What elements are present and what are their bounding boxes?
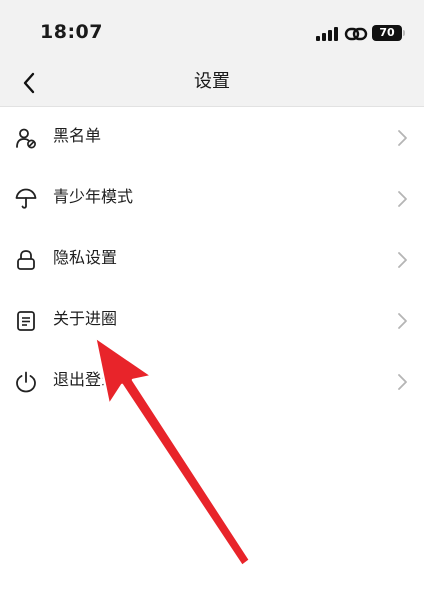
chevron-right-icon (398, 191, 407, 207)
settings-menu: 黑名单 青少年模式 隐私设置 关于进圈 退出登录 (0, 107, 424, 412)
menu-item-label: 黑名单 (53, 126, 102, 145)
battery-nub (403, 30, 405, 36)
lock-icon (17, 250, 35, 270)
menu-item-teen-mode[interactable]: 青少年模式 (0, 168, 424, 229)
menu-item-label: 隐私设置 (53, 248, 118, 267)
menu-item-label: 青少年模式 (53, 187, 134, 206)
menu-item-label: 退出登录 (53, 370, 118, 389)
page-title: 设置 (194, 71, 230, 92)
menu-item-label: 关于进圈 (53, 309, 118, 328)
power-icon (16, 371, 36, 393)
menu-item-logout[interactable]: 退出登录 (0, 351, 424, 412)
document-icon (17, 311, 35, 331)
menu-item-privacy[interactable]: 隐私设置 (0, 229, 424, 290)
battery-icon: 70 (372, 25, 402, 41)
chevron-right-icon (398, 252, 407, 268)
chevron-right-icon (398, 130, 407, 146)
status-bar: 18:07 70 (0, 0, 424, 60)
menu-item-blacklist[interactable]: 黑名单 (0, 107, 424, 168)
nav-bar: 设置 (0, 60, 424, 107)
signal-icon (316, 27, 338, 41)
blocked-user-icon (16, 128, 36, 149)
status-time: 18:07 (40, 21, 103, 43)
chevron-right-icon (398, 374, 407, 390)
chevron-right-icon (398, 313, 407, 329)
menu-item-about[interactable]: 关于进圈 (0, 290, 424, 351)
link-icon (344, 27, 368, 41)
umbrella-icon (15, 188, 37, 209)
